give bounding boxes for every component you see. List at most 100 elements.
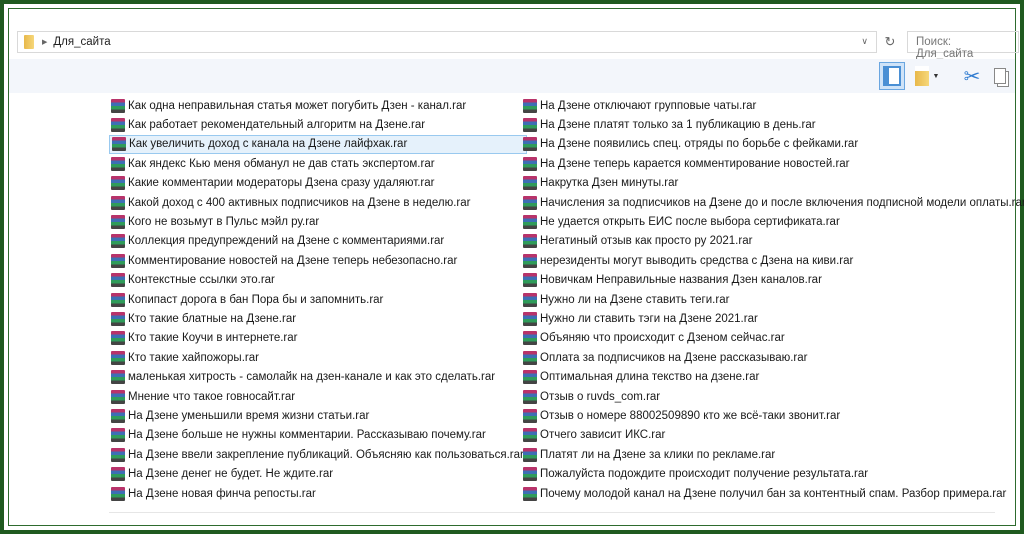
file-item[interactable]: На Дзене платят только за 1 публикацию в… [521,115,1024,134]
breadcrumb-arrow-icon[interactable]: ▶ [42,38,47,46]
winrar-archive-icon [523,176,537,191]
file-name: Кто такие Коучи в интернете.rar [128,332,298,345]
file-item[interactable]: Отзыв о ruvds_com.rar [521,387,1024,406]
file-name: Какой доход с 400 активных подписчиков н… [128,196,471,209]
file-name: Нужно ли на Дзене ставить теги.rar [540,293,730,306]
file-item[interactable]: На Дзене уменьшили время жизни статьи.ra… [109,406,527,425]
explorer-window: ▶ Для_сайта ∨ ↻ Поиск: Для_сайта ▼ ✂ Как… [8,8,1024,526]
breadcrumb-path[interactable]: Для_сайта [53,36,110,48]
file-item[interactable]: маленькая хитрость - самолайк на дзен-ка… [109,367,527,386]
winrar-archive-icon [111,350,125,365]
file-item[interactable]: Объяняю что происходит с Дзеном сейчас.r… [521,329,1024,348]
winrar-archive-icon [111,428,125,443]
file-item[interactable]: На Дзене денег не будет. Не ждите.rar [109,464,527,483]
file-item[interactable]: Кто такие хайпожоры.rar [109,348,527,367]
search-input[interactable]: Поиск: Для_сайта [907,31,1019,60]
chevron-down-icon[interactable]: ▼ [933,73,940,80]
file-name: Как одна неправильная статья может погуб… [128,99,467,112]
file-item[interactable]: Копипаст дорога в бан Пора бы и запомнит… [109,290,527,309]
preview-pane-button[interactable] [879,62,905,90]
file-item[interactable]: Оптимальная длина текство на дзене.rar [521,367,1024,386]
file-name: Отчего зависит ИКС.rar [540,429,666,442]
file-item[interactable]: Пожалуйста подождите происходит получени… [521,464,1024,483]
file-name: Пожалуйста подождите происходит получени… [540,468,869,481]
cut-button[interactable]: ✂ [959,62,985,90]
file-name: Накрутка Дзен минуты.rar [540,177,679,190]
winrar-archive-icon [523,331,537,346]
file-item[interactable]: Не удается открыть ЕИС после выбора серт… [521,212,1024,231]
file-column-left: Как одна неправильная статья может погуб… [109,96,527,503]
file-item[interactable]: Кто такие Коучи в интернете.rar [109,329,527,348]
file-item[interactable]: Платят ли на Дзене за клики по рекламе.r… [521,445,1024,464]
file-name: На Дзене отключают групповые чаты.rar [540,99,757,112]
file-name: Коллекция предупреждений на Дзене с комм… [128,235,445,248]
winrar-archive-icon [111,273,125,288]
file-item[interactable]: Почему молодой канал на Дзене получил ба… [521,484,1024,503]
file-item[interactable]: Как работает рекомендательный алгоритм н… [109,115,527,134]
file-item[interactable]: Отзыв о номере 88002509890 кто же всё-та… [521,406,1024,425]
file-item[interactable]: Начисления за подписчиков на Дзене до и … [521,193,1024,212]
file-item[interactable]: На Дзене ввели закрепление публикаций. О… [109,445,527,464]
winrar-archive-icon [111,234,125,249]
file-item[interactable]: Комментирование новостей на Дзене теперь… [109,251,527,270]
winrar-archive-icon [111,331,125,346]
file-item[interactable]: Мнение что такое говносайт.rar [109,387,527,406]
file-item[interactable]: Негатиный отзыв как просто ру 2021.rar [521,232,1024,251]
file-item[interactable]: Какие комментарии модераторы Дзена сразу… [109,174,527,193]
file-item[interactable]: Нужно ли ставить тэги на Дзене 2021.rar [521,309,1024,328]
file-name: Платят ли на Дзене за клики по рекламе.r… [540,448,776,461]
file-item[interactable]: Нужно ли на Дзене ставить теги.rar [521,290,1024,309]
window-frame: ▶ Для_сайта ∨ ↻ Поиск: Для_сайта ▼ ✂ Как… [4,4,1024,530]
file-name: Не удается открыть ЕИС после выбора серт… [540,216,840,229]
copy-button[interactable] [987,62,1013,90]
file-item[interactable]: Кого не возьмут в Пульс мэйл ру.rar [109,212,527,231]
file-item[interactable]: Как одна неправильная статья может погуб… [109,96,527,115]
winrar-archive-icon [523,486,537,501]
file-item[interactable]: Новичкам Неправильные названия Дзен кана… [521,271,1024,290]
file-item[interactable]: Накрутка Дзен минуты.rar [521,174,1024,193]
winrar-archive-icon [523,215,537,230]
file-item[interactable]: На Дзене теперь карается комментирование… [521,154,1024,173]
toolbar: ▼ ✂ [9,59,1015,93]
folder-icon [24,35,34,49]
file-item[interactable]: Как яндекс Кью меня обманул не дав стать… [109,154,527,173]
file-name: На Дзене уменьшили время жизни статьи.ra… [128,409,370,422]
address-bar[interactable]: ▶ Для_сайта ∨ [17,31,877,53]
file-name: Копипаст дорога в бан Пора бы и запомнит… [128,293,384,306]
refresh-button[interactable]: ↻ [879,31,901,53]
file-name: На Дзене больше не нужны комментарии. Ра… [128,429,486,442]
file-name: Контекстные ссылки это.rar [128,274,275,287]
file-name: Оптимальная длина текство на дзене.rar [540,371,760,384]
file-item[interactable]: нерезиденты могут выводить средства с Дз… [521,251,1024,270]
file-name: На Дзене теперь карается комментирование… [540,157,850,170]
winrar-archive-icon [112,137,126,152]
file-item[interactable]: Контекстные ссылки это.rar [109,271,527,290]
file-item[interactable]: Как увеличить доход с канала на Дзене ла… [109,134,527,155]
file-name: нерезиденты могут выводить средства с Дз… [540,254,854,267]
file-name: Кто такие блатные на Дзене.rar [128,312,297,325]
winrar-archive-icon [111,389,125,404]
file-name: На Дзене денег не будет. Не ждите.rar [128,468,334,481]
file-item[interactable]: Кто такие блатные на Дзене.rar [109,309,527,328]
file-item[interactable]: Оплата за подписчиков на Дзене рассказыв… [521,348,1024,367]
properties-button[interactable]: ▼ [914,62,940,90]
file-item[interactable]: На Дзене новая финча репосты.rar [109,484,527,503]
file-item[interactable]: На Дзене больше не нужны комментарии. Ра… [109,426,527,445]
winrar-archive-icon [111,486,125,501]
chevron-down-icon[interactable]: ∨ [861,36,868,47]
winrar-archive-icon [111,408,125,423]
file-item[interactable]: На Дзене появились спец. отряды по борьб… [521,135,1024,154]
copy-icon [994,68,1006,84]
properties-icon [914,66,929,86]
file-name: Почему молодой канал на Дзене получил ба… [540,487,1007,500]
file-item[interactable]: Отчего зависит ИКС.rar [521,426,1024,445]
winrar-archive-icon [523,253,537,268]
file-name: Как увеличить доход с канала на Дзене ла… [129,138,408,151]
file-column-right: На Дзене отключают групповые чаты.rar На … [521,96,1024,503]
winrar-archive-icon [523,428,537,443]
winrar-archive-icon [523,156,537,171]
file-item[interactable]: Коллекция предупреждений на Дзене с комм… [109,232,527,251]
file-name: На Дзене появились спец. отряды по борьб… [540,138,859,151]
file-item[interactable]: Какой доход с 400 активных подписчиков н… [109,193,527,212]
file-item[interactable]: На Дзене отключают групповые чаты.rar [521,96,1024,115]
